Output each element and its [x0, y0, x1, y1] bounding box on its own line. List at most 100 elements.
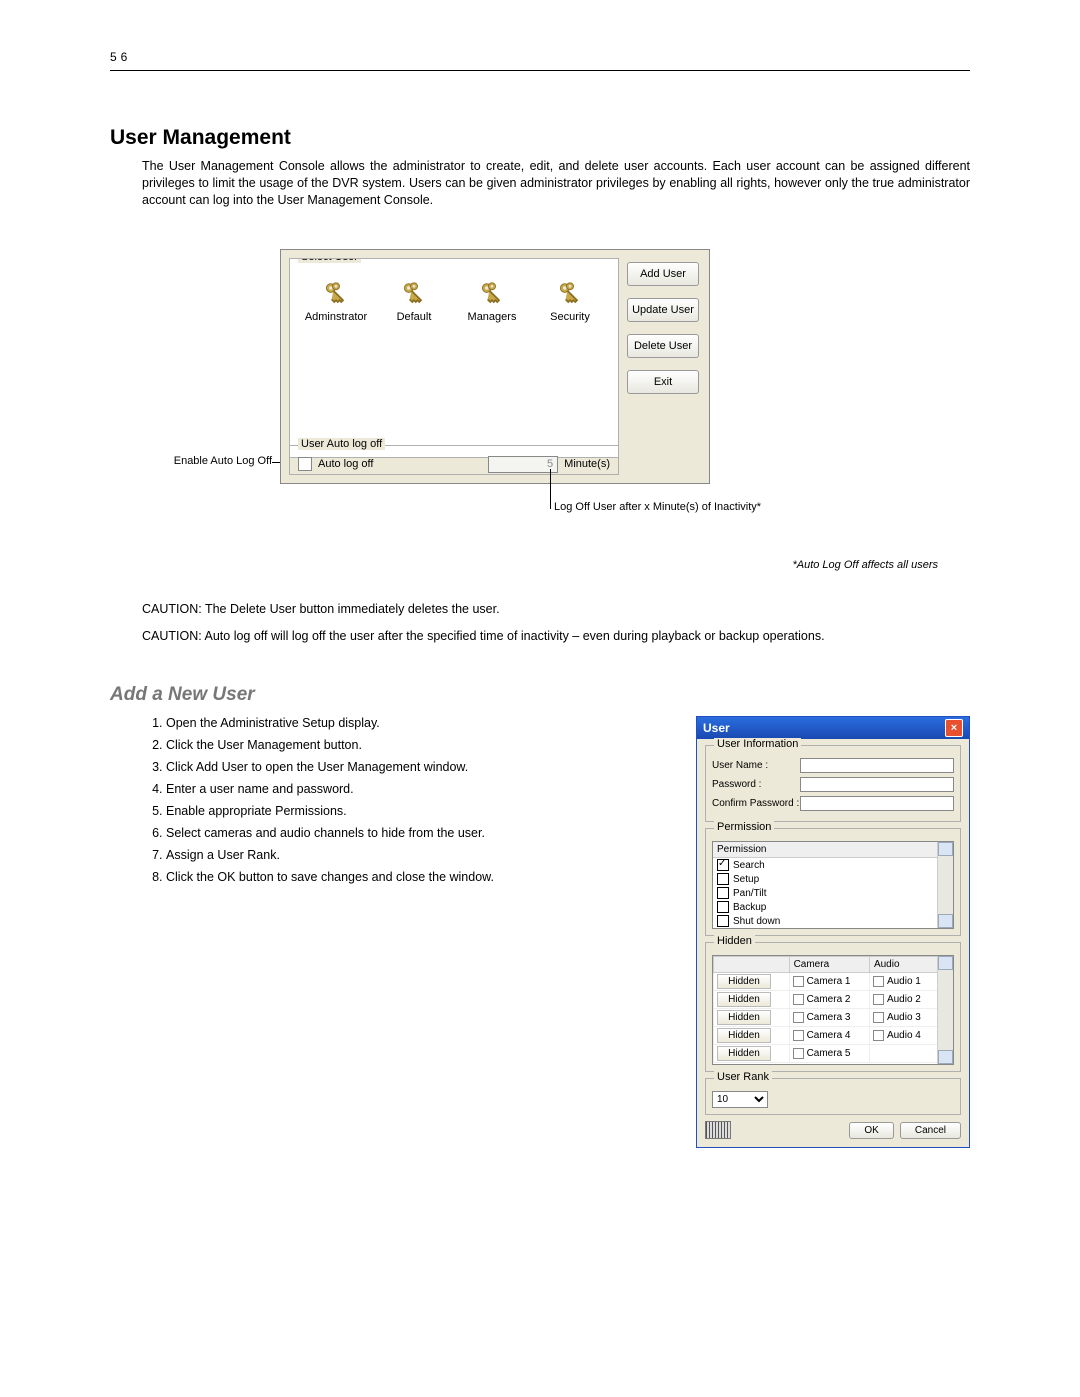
hidden-col-audio: Audio [869, 957, 937, 973]
perm-setup[interactable]: Setup [713, 872, 953, 886]
user-name-label: User Name : [712, 760, 800, 771]
checkbox-icon[interactable] [717, 887, 729, 899]
scrollbar[interactable] [937, 842, 953, 928]
exit-button[interactable]: Exit [627, 370, 699, 394]
user-info-group: User Information User Name : Password : … [705, 745, 961, 822]
user-rank-group: User Rank 10 [705, 1078, 961, 1115]
update-user-button[interactable]: Update User [627, 298, 699, 322]
perm-shutdown[interactable]: Shut down [713, 914, 953, 928]
hidden-button[interactable]: Hidden [717, 1028, 771, 1043]
user-rank-select[interactable]: 10 [712, 1091, 768, 1108]
user-item-security[interactable]: Security [538, 281, 602, 323]
subsection-title: Add a New User [110, 684, 970, 706]
user-item-managers[interactable]: Managers [460, 281, 524, 323]
checkbox-icon[interactable] [717, 859, 729, 871]
hidden-legend: Hidden [714, 935, 755, 947]
select-user-legend: Select User [298, 258, 361, 263]
checkbox-icon[interactable] [717, 915, 729, 927]
hidden-group: Hidden Camera Audio Hidden Camera 1 [705, 942, 961, 1072]
step-item: Assign a User Rank. [166, 848, 676, 862]
hidden-button[interactable]: Hidden [717, 1010, 771, 1025]
delete-user-button[interactable]: Delete User [627, 334, 699, 358]
keys-icon [556, 281, 584, 309]
caution-1: CAUTION: The Delete User button immediat… [142, 601, 970, 618]
close-icon[interactable]: × [945, 719, 963, 737]
user-management-dialog-figure: Enable Auto Log Off Select User Adminstr… [170, 249, 810, 519]
caution-2: CAUTION: Auto log off will log off the u… [142, 628, 970, 645]
footnote-auto-logoff: *Auto Log Off affects all users [110, 559, 938, 571]
user-info-legend: User Information [714, 738, 801, 750]
perm-pantilt[interactable]: Pan/Tilt [713, 886, 953, 900]
permission-list[interactable]: Permission Search Setup Pan/Tilt Backup … [712, 841, 954, 929]
minutes-unit: Minute(s) [564, 458, 610, 470]
auto-logoff-group: User Auto log off Auto log off Minute(s) [289, 445, 619, 475]
auto-logoff-legend: User Auto log off [298, 438, 385, 450]
intro-text: The User Management Console allows the a… [142, 158, 970, 209]
hidden-button[interactable]: Hidden [717, 974, 771, 989]
steps-list: Open the Administrative Setup display. C… [142, 716, 676, 884]
permission-header: Permission [713, 842, 953, 858]
user-label: Adminstrator [305, 311, 367, 323]
table-row: Hidden Camera 2 Audio 2 [714, 991, 938, 1009]
section-title: User Management [110, 126, 970, 150]
keys-icon [322, 281, 350, 309]
step-item: Enter a user name and password. [166, 782, 676, 796]
step-item: Enable appropriate Permissions. [166, 804, 676, 818]
user-label: Managers [468, 311, 517, 323]
hidden-table[interactable]: Camera Audio Hidden Camera 1 Audio 1 Hid… [712, 955, 954, 1065]
step-item: Click the User Management button. [166, 738, 676, 752]
permission-legend: Permission [714, 821, 774, 833]
top-rule [110, 70, 970, 71]
password-label: Password : [712, 779, 800, 790]
add-user-button[interactable]: Add User [627, 262, 699, 286]
callout-log-off-after: Log Off User after x Minute(s) of Inacti… [554, 501, 761, 513]
step-item: Click the OK button to save changes and … [166, 870, 676, 884]
callout-enable-auto-logoff: Enable Auto Log Off [162, 455, 272, 467]
user-label: Default [397, 311, 432, 323]
keyboard-icon[interactable] [705, 1121, 731, 1139]
confirm-password-label: Confirm Password : [712, 798, 800, 809]
page-number: 56 [110, 50, 970, 64]
checkbox-icon[interactable] [793, 1030, 804, 1041]
hidden-button[interactable]: Hidden [717, 992, 771, 1007]
user-dialog: User × User Information User Name : Pass… [696, 716, 970, 1148]
checkbox-icon[interactable] [873, 976, 884, 987]
checkbox-icon[interactable] [873, 1030, 884, 1041]
password-input[interactable] [800, 777, 954, 792]
checkbox-icon[interactable] [717, 873, 729, 885]
table-row: Hidden Camera 1 Audio 1 [714, 973, 938, 991]
select-user-group: Select User Adminstrator Default Mana [289, 258, 619, 458]
checkbox-icon[interactable] [793, 994, 804, 1005]
checkbox-icon[interactable] [793, 1012, 804, 1023]
keys-icon [400, 281, 428, 309]
table-row: Hidden Camera 5 [714, 1045, 938, 1063]
step-item: Select cameras and audio channels to hid… [166, 826, 676, 840]
permission-group: Permission Permission Search Setup Pan/T… [705, 828, 961, 936]
perm-backup[interactable]: Backup [713, 900, 953, 914]
hidden-col-camera: Camera [789, 957, 869, 973]
user-dialog-titlebar: User × [697, 717, 969, 739]
checkbox-icon[interactable] [873, 994, 884, 1005]
perm-search[interactable]: Search [713, 858, 953, 872]
checkbox-icon[interactable] [793, 1048, 804, 1059]
table-row: Hidden Camera 4 Audio 4 [714, 1027, 938, 1045]
step-item: Open the Administrative Setup display. [166, 716, 676, 730]
user-name-input[interactable] [800, 758, 954, 773]
checkbox-icon[interactable] [717, 901, 729, 913]
user-dialog-title: User [703, 721, 730, 735]
ok-button[interactable]: OK [849, 1122, 893, 1139]
auto-logoff-checkbox[interactable] [298, 457, 312, 471]
scrollbar[interactable] [937, 956, 953, 1064]
user-item-default[interactable]: Default [382, 281, 446, 323]
hidden-button[interactable]: Hidden [717, 1046, 771, 1061]
keys-icon [478, 281, 506, 309]
user-label: Security [550, 311, 590, 323]
checkbox-icon[interactable] [793, 976, 804, 987]
auto-logoff-minutes-input[interactable] [488, 456, 558, 473]
cancel-button[interactable]: Cancel [900, 1122, 961, 1139]
user-rank-legend: User Rank [714, 1071, 772, 1083]
user-item-administrator[interactable]: Adminstrator [304, 281, 368, 323]
checkbox-icon[interactable] [873, 1012, 884, 1023]
user-management-dialog: Select User Adminstrator Default Mana [280, 249, 710, 484]
confirm-password-input[interactable] [800, 796, 954, 811]
